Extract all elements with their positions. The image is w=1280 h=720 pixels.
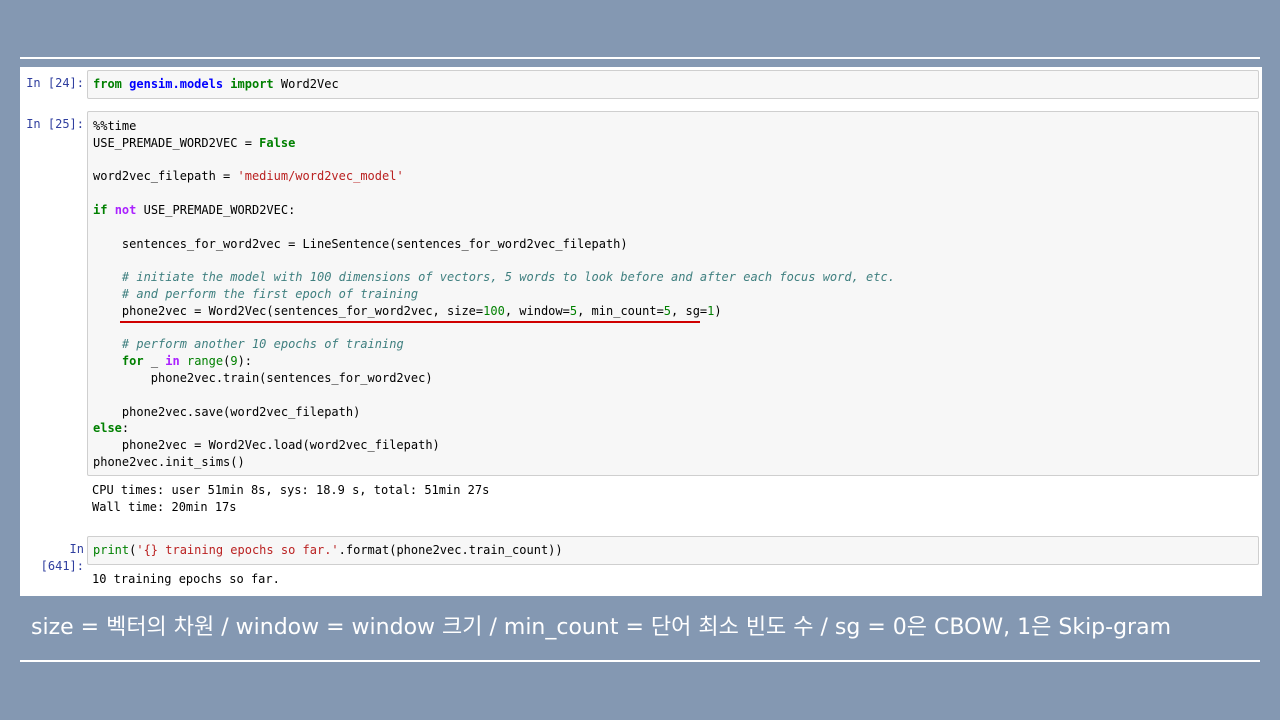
highlight-underline xyxy=(120,321,700,323)
bottom-divider xyxy=(20,660,1260,662)
code-input[interactable]: %%time USE_PREMADE_WORD2VEC = False word… xyxy=(87,111,1259,476)
cell-output: 10 training epochs so far. xyxy=(92,572,280,586)
code-text: print('{} training epochs so far.'.forma… xyxy=(93,543,563,557)
jupyter-notebook: In [24]: from gensim.models import Word2… xyxy=(20,67,1262,596)
slide-caption: size = 벡터의 차원 / window = window 크기 / min… xyxy=(31,615,1172,640)
code-text: %%time USE_PREMADE_WORD2VEC = False word… xyxy=(93,119,895,469)
code-input[interactable]: print('{} training epochs so far.'.forma… xyxy=(87,536,1259,565)
cell-output: CPU times: user 51min 8s, sys: 18.9 s, t… xyxy=(92,483,490,514)
input-prompt: In [25]: xyxy=(26,117,84,131)
code-text: from gensim.models import Word2Vec xyxy=(93,77,339,91)
code-input[interactable]: from gensim.models import Word2Vec xyxy=(87,70,1259,99)
input-prompt: In [641]: xyxy=(40,542,84,573)
input-prompt: In [24]: xyxy=(26,76,84,90)
top-divider xyxy=(20,57,1260,59)
